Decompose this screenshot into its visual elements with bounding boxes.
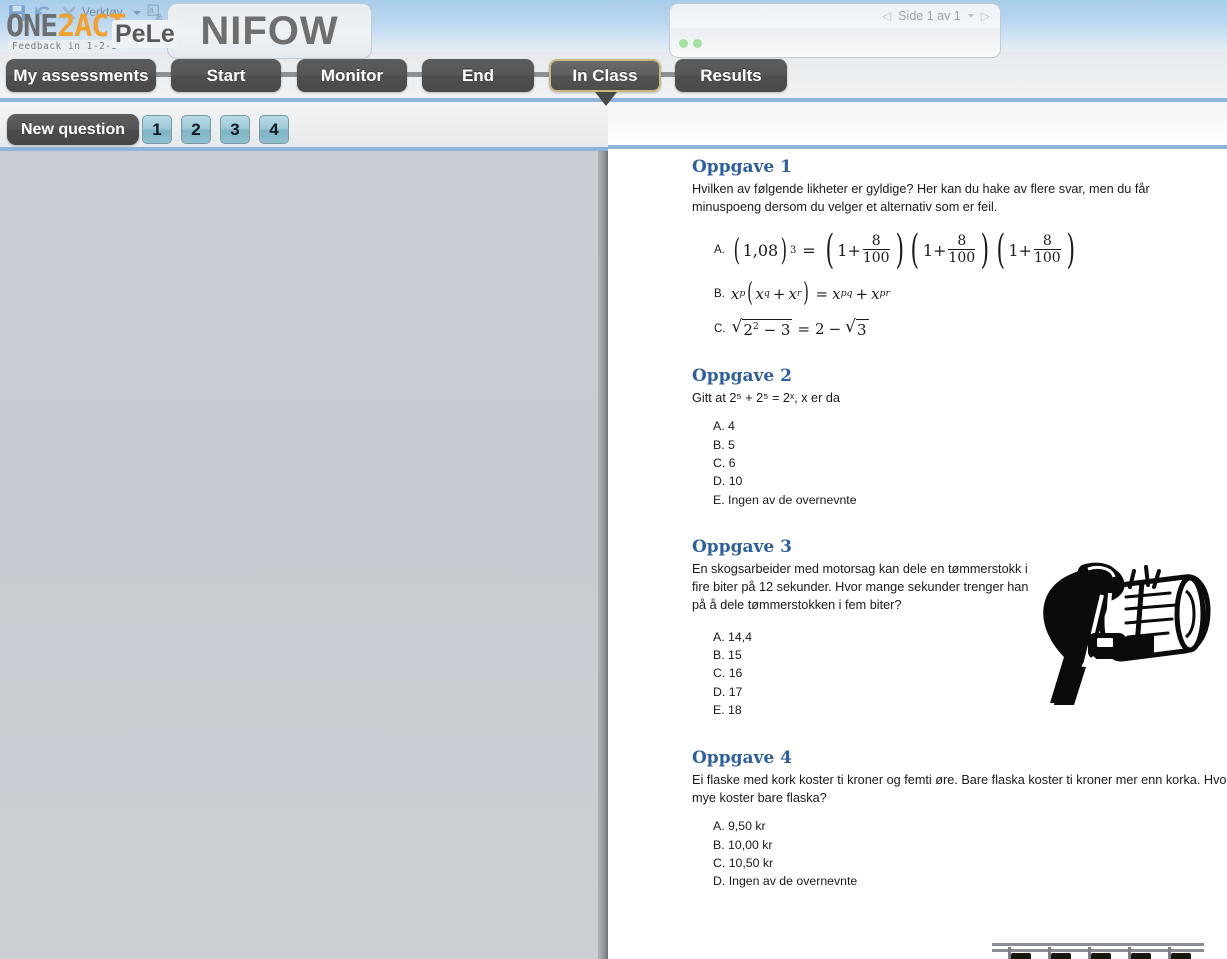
status-dot-1 <box>679 39 688 48</box>
list-item[interactable]: C. 6 <box>713 454 1227 472</box>
new-question-button[interactable]: New question <box>7 114 140 145</box>
prev-page-icon[interactable]: ◁ <box>882 9 891 23</box>
question-1-body: Hvilken av følgende likheter er gyldige?… <box>692 182 1150 214</box>
question-document: Oppgave 1 Hvilken av følgende likheter e… <box>608 149 1227 891</box>
tab-start[interactable]: Start <box>171 59 281 92</box>
app-title-box: NIFOW <box>167 3 372 59</box>
status-dots <box>679 39 702 48</box>
tab-label-end: End <box>461 65 495 85</box>
active-tab-pointer-icon <box>595 92 617 106</box>
application-window: Verktøy aあ ab ONE2ACT Feedback in 1-2-3 … <box>0 0 1227 959</box>
question-button-2-label: 2 <box>191 119 201 139</box>
tab-end[interactable]: End <box>422 59 534 92</box>
page-navigation-panel: ◁ Side 1 av 1 ▷ <box>669 3 1001 58</box>
question-1-formula-a: A. (1,08) 3 = ( 1+ 8 100 ) ( 1+ 8 100 ) ( 1+ 8… <box>714 227 1075 273</box>
tab-label-in-class: In Class <box>572 65 638 85</box>
question-4-title: Oppgave 4 <box>692 748 792 769</box>
question-block-1: Oppgave 1 Hvilken av følgende likheter e… <box>608 149 1227 339</box>
tab-my-assessments[interactable]: My assessments <box>6 59 156 92</box>
question-button-4[interactable]: 4 <box>259 115 289 144</box>
question-button-1-label: 1 <box>152 119 162 139</box>
tab-label-monitor: Monitor <box>320 65 384 85</box>
logo-part-one: ONE <box>6 9 58 44</box>
pele-product-name: PeLe <box>112 20 178 48</box>
green-bottles-icon <box>992 818 1204 959</box>
tab-in-class[interactable]: In Class <box>549 59 661 92</box>
question-2-options: A. 4 B. 5 C. 6 D. 10 E. Ingen av de over… <box>713 417 1227 508</box>
bottle-rack <box>992 943 1204 959</box>
logo-tagline: Feedback in 1-2-3 <box>8 40 122 53</box>
list-item[interactable]: A. 4 <box>713 417 1227 435</box>
formula-a-label: A. <box>714 244 725 256</box>
list-item[interactable]: B. 5 <box>713 436 1227 454</box>
content-top-fade <box>608 102 1227 145</box>
list-item[interactable]: E. Ingen av de overnevnte <box>713 491 1227 509</box>
question-button-3[interactable]: 3 <box>220 115 250 144</box>
question-1-title: Oppgave 1 <box>692 157 792 177</box>
status-dot-2 <box>693 39 702 48</box>
question-button-4-label: 4 <box>269 119 279 139</box>
question-button-3-label: 3 <box>230 119 240 139</box>
app-title: NIFOW <box>200 8 339 53</box>
tab-label-my-assessments: My assessments <box>13 65 149 85</box>
page-dropdown-icon[interactable] <box>967 14 974 18</box>
tab-label-start: Start <box>206 65 246 85</box>
question-button-2[interactable]: 2 <box>181 115 211 144</box>
tab-monitor[interactable]: Monitor <box>297 59 407 92</box>
lumberjack-chainsaw-log-icon <box>1030 553 1227 725</box>
logo-part-two: 2 <box>57 9 75 44</box>
tab-label-results: Results <box>700 65 762 85</box>
formula-c-label: C. <box>714 323 726 336</box>
next-page-icon[interactable]: ▷ <box>981 9 990 23</box>
question-4-body: Ei flaske med kork koster ti kroner og f… <box>692 773 1227 806</box>
logo-wordmark: ONE2ACT <box>6 9 126 44</box>
page-nav-group: ◁ Side 1 av 1 ▷ <box>882 9 990 23</box>
new-question-label: New question <box>21 120 126 138</box>
tab-results[interactable]: Results <box>675 59 787 92</box>
question-3-body: En skogsarbeider med motorsag kan dele e… <box>692 561 1029 612</box>
list-item[interactable]: D. 10 <box>713 472 1227 490</box>
page-indicator: Side 1 av 1 <box>898 9 961 23</box>
left-workspace-panel[interactable] <box>0 151 607 959</box>
question-1-formula-c: C. √ 22 − 3 = 2− √ 3 <box>714 317 869 340</box>
question-2-body: Gitt at 2⁵ + 2⁵ = 2ˣ, x er da <box>692 391 840 406</box>
panel-divider[interactable] <box>598 151 608 959</box>
formula-b-label: B. <box>714 287 725 300</box>
question-button-1[interactable]: 1 <box>142 115 172 144</box>
question-block-2: Oppgave 2 Gitt at 2⁵ + 2⁵ = 2ˣ, x er da … <box>608 366 1227 508</box>
question-1-formula-b: B. xp ( x q + x r ) = x pq + x pr <box>714 278 890 308</box>
question-2-title: Oppgave 2 <box>692 366 792 387</box>
